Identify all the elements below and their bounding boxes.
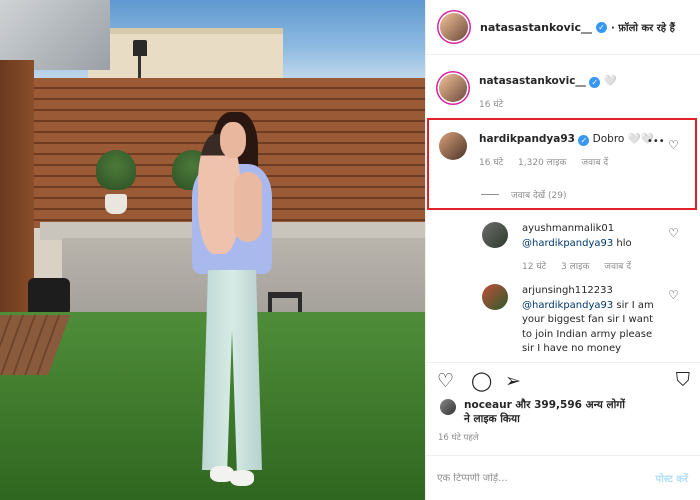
post-timestamp[interactable]: 16 घंटे पहले [438, 432, 479, 443]
reply-arjunsingh112233: arjunsingh112233 @hardikpandya93 sir I a… [482, 284, 662, 356]
reply-avatar[interactable] [482, 284, 508, 310]
comment-input[interactable] [437, 472, 656, 484]
caption-avatar[interactable] [439, 74, 467, 102]
reply-username[interactable]: arjunsingh112233 [522, 284, 662, 299]
caption-time[interactable]: 16 घंटे [479, 100, 503, 110]
view-replies-label[interactable]: जवाब देखें (29) [511, 191, 567, 201]
reply-time[interactable]: 12 घंटे [522, 262, 546, 272]
reply-reply-button[interactable]: जवाब दें [604, 262, 631, 272]
comment-hardikpandya93: hardikpandya93 ✓ Dobro 🤍🤍 16 घंटे 1,320 … [439, 132, 679, 170]
author-username[interactable]: natasastankovic__ [480, 21, 592, 34]
author-avatar[interactable] [440, 13, 468, 41]
liker-avatar[interactable] [440, 399, 456, 415]
reply-mention[interactable]: @hardikpandya93 [522, 238, 613, 249]
save-icon[interactable]: ⛉ [676, 369, 690, 391]
reply-text: hlo [613, 237, 632, 249]
comment-reply-button[interactable]: जवाब दें [581, 158, 608, 168]
post-comment-button[interactable]: पोस्ट करें [656, 471, 688, 485]
comment-likes[interactable]: 1,320 लाइक [518, 158, 566, 168]
commenter-avatar[interactable] [439, 132, 467, 160]
photo-person [188, 112, 278, 497]
like-comment-icon[interactable]: ♡ [668, 138, 679, 152]
share-icon[interactable]: ➢ [505, 370, 539, 392]
more-options-icon[interactable]: ••• [647, 136, 665, 147]
post-header: natasastankovic__ ✓ · फ़ॉलो कर रहे हैं [426, 0, 700, 55]
comment-icon[interactable]: ◯ [471, 370, 505, 392]
reply-likes[interactable]: 3 लाइक [561, 262, 589, 272]
reply-username[interactable]: ayushmanmalik01 [522, 222, 662, 237]
verified-icon: ✓ [596, 21, 608, 33]
view-replies-button[interactable]: जवाब देखें (29) [481, 188, 567, 201]
reply-avatar[interactable] [482, 222, 508, 248]
likes-suffix: ने लाइक किया [464, 413, 520, 425]
caption: natasastankovic__ ✓ 🤍 16 घंटे [439, 74, 679, 112]
photo-plant [96, 150, 136, 220]
photo-planter [28, 278, 70, 316]
post-actions-bar: ♡ ◯ ➢ ⛉ [425, 362, 700, 398]
verified-icon: ✓ [589, 77, 601, 88]
like-reply-icon[interactable]: ♡ [668, 226, 679, 240]
caption-username[interactable]: natasastankovic__ [479, 75, 586, 87]
replies-line [481, 194, 499, 195]
comment-composer: पोस्ट करें [425, 455, 700, 500]
post-photo[interactable] [0, 0, 425, 500]
like-reply-icon[interactable]: ♡ [668, 288, 679, 302]
like-icon[interactable]: ♡ [437, 370, 471, 392]
instagram-post-view: natasastankovic__ ✓ · फ़ॉलो कर रहे हैं n… [0, 0, 700, 500]
comment-time[interactable]: 16 घंटे [479, 158, 503, 168]
reply-mention[interactable]: @hardikpandya93 [522, 300, 613, 311]
commenter-username[interactable]: hardikpandya93 [479, 133, 575, 145]
verified-icon: ✓ [578, 135, 590, 146]
caption-text: 🤍 [603, 75, 617, 87]
following-label[interactable]: · फ़ॉलो कर रहे हैं [611, 20, 675, 34]
reply-ayushmanmalik01: ayushmanmalik01 @hardikpandya93 hlo 12 घ… [482, 222, 662, 274]
comment-text: Dobro 🤍🤍 [592, 133, 654, 145]
